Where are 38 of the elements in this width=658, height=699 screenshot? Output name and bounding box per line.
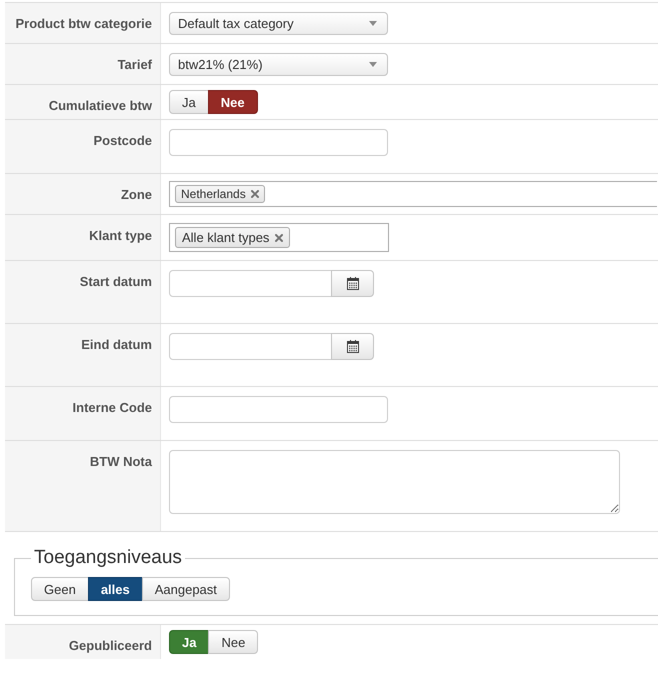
input-field[interactable]: [169, 129, 388, 156]
caret-icon: [369, 21, 377, 26]
field-label: Product btw categorie: [15, 16, 152, 31]
calendar-button[interactable]: [331, 270, 374, 297]
close-icon[interactable]: [275, 234, 284, 242]
textarea-field[interactable]: [169, 450, 620, 514]
input-field[interactable]: [169, 396, 388, 423]
toggle-button[interactable]: alles: [88, 577, 143, 601]
selected-tag[interactable]: Netherlands: [175, 185, 265, 203]
tag-input-field[interactable]: Alle klant types: [169, 223, 389, 252]
date-field[interactable]: [169, 270, 332, 297]
field-label: Tarief: [118, 57, 152, 72]
toggle-button[interactable]: Nee: [208, 630, 258, 654]
dropdown-select[interactable]: Default tax category: [169, 12, 388, 35]
toggle-button[interactable]: Ja: [169, 90, 209, 114]
field-label: Start datum: [80, 274, 152, 289]
calendar-button[interactable]: [331, 333, 374, 360]
field-label: Cumulatieve btw: [48, 98, 152, 113]
caret-icon: [369, 62, 377, 67]
dropdown-select[interactable]: btw21% (21%): [169, 53, 388, 76]
field-label: Gepubliceerd: [68, 638, 152, 653]
selected-tag[interactable]: Alle klant types: [175, 227, 290, 248]
field-label: Interne Code: [72, 400, 152, 415]
calendar-icon: [346, 277, 358, 290]
field-label: Zone: [120, 187, 152, 202]
close-icon[interactable]: [250, 190, 259, 198]
tag-input-field[interactable]: Netherlands: [169, 181, 657, 207]
toggle-button[interactable]: Geen: [31, 577, 89, 601]
fieldset-legend: Toegangsniveaus: [31, 547, 185, 569]
field-label: Eind datum: [81, 337, 152, 352]
toggle-button[interactable]: Aangepast: [142, 577, 230, 601]
field-label: BTW Nota: [90, 454, 152, 469]
field-label: Postcode: [93, 133, 152, 148]
date-field[interactable]: [169, 333, 332, 360]
calendar-icon: [346, 340, 358, 353]
toggle-button[interactable]: Nee: [208, 90, 258, 114]
field-label: Klant type: [89, 228, 152, 243]
toggle-button[interactable]: Ja: [169, 630, 210, 654]
